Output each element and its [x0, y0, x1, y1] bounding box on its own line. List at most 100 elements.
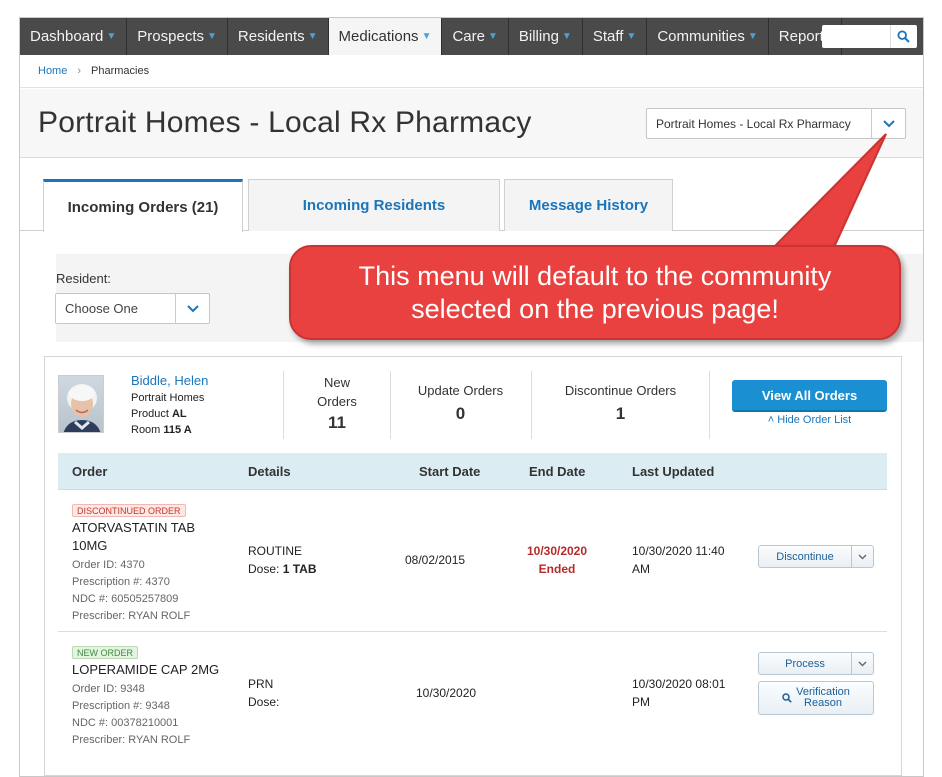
verification-reason-label: Verification Reason [796, 687, 850, 709]
drug-name: LOPERAMIDE CAP 2MG [72, 661, 219, 679]
room-value: 115 A [163, 424, 192, 436]
resident-select-toggle[interactable] [175, 294, 209, 323]
start-date: 08/02/2015 [405, 553, 466, 567]
hide-order-list-label: Hide Order List [777, 414, 852, 426]
resident-select-value: Choose One [65, 301, 138, 316]
nav-label: Staff [592, 28, 624, 45]
stat-label: Discontinue Orders [564, 383, 677, 398]
dose-label: Dose: [248, 695, 280, 709]
nav-care[interactable]: Care ▼ [442, 18, 509, 55]
verification-reason-button[interactable]: Verification Reason [758, 681, 874, 715]
stat-label: New [323, 375, 350, 390]
chevron-down-icon [882, 119, 895, 127]
chevron-down-icon: ▼ [561, 31, 572, 42]
avatar [58, 375, 104, 433]
community-select[interactable]: Portrait Homes - Local Rx Pharmacy [646, 108, 906, 139]
search-input[interactable] [822, 25, 890, 48]
discontinue-options-toggle[interactable] [851, 546, 873, 567]
prescription-number: Prescription #: 4370 [72, 576, 170, 588]
discontinue-orders-stat: Discontinue Orders 1 [531, 371, 709, 439]
order-meta: Order ID: 4370 Prescription #: 4370 NDC … [72, 557, 190, 625]
orders-table-header: Order Details Start Date End Date Last U… [58, 453, 887, 490]
nav-label: Care [452, 28, 485, 45]
search-icon [897, 30, 910, 43]
end-date: 10/30/2020 Ended [519, 542, 595, 578]
nav-communities[interactable]: Communities ▼ [647, 18, 769, 55]
nav-label: Communities [657, 28, 745, 45]
discontinue-orders-count: 1 [615, 404, 626, 423]
nav-label: Medications [338, 28, 419, 45]
status-badge: DISCONTINUED ORDER [72, 504, 186, 517]
nav-dashboard[interactable]: Dashboard ▼ [20, 18, 128, 55]
resident-room: Room 115 A [131, 424, 192, 436]
tab-message-history[interactable]: Message History [504, 179, 673, 231]
frequency: ROUTINE [248, 544, 302, 558]
chevron-down-icon: ▼ [106, 31, 117, 42]
ndc-number: NDC #: 60505257809 [72, 593, 179, 605]
col-last-updated: Last Updated [632, 464, 715, 479]
chevron-down-icon: ▼ [747, 31, 758, 42]
chevron-down-icon: ▼ [207, 31, 217, 42]
chevron-down-icon: ▼ [421, 31, 432, 42]
ndc-number: NDC #: 00378210001 [72, 717, 179, 729]
page-title: Portrait Homes - Local Rx Pharmacy [38, 106, 532, 139]
tab-label: Incoming Orders (21) [67, 198, 219, 216]
dose: Dose: 1 TAB [248, 560, 316, 578]
update-orders-count: 0 [455, 404, 466, 423]
nav-staff[interactable]: Staff ▼ [583, 18, 648, 55]
col-end-date: End Date [529, 464, 586, 479]
hide-order-list-link[interactable]: ˄ Hide Order List [732, 414, 887, 426]
drug-name-line: LOPERAMIDE CAP 2MG [72, 662, 220, 677]
breadcrumb-home[interactable]: Home [38, 65, 67, 77]
prescriber: Prescriber: RYAN ROLF [72, 734, 191, 746]
resident-name[interactable]: Biddle, Helen [131, 373, 208, 388]
search-button[interactable] [890, 25, 916, 48]
process-button-label[interactable]: Process [759, 653, 851, 674]
process-options-toggle[interactable] [851, 653, 873, 674]
callout-text: This menu will default to the community [358, 261, 832, 291]
stat-label: Orders [317, 394, 357, 409]
new-orders-stat: New Orders 11 [283, 371, 390, 439]
chevron-down-icon: ▼ [487, 31, 498, 42]
last-updated-line: PM [632, 695, 650, 709]
discontinue-button-label[interactable]: Discontinue [759, 546, 851, 567]
search-icon [782, 693, 792, 703]
tab-incoming-orders[interactable]: Incoming Orders (21) [43, 179, 243, 232]
nav-label: Billing [518, 28, 559, 45]
nav-search [822, 25, 917, 48]
product-value: AL [171, 408, 187, 420]
start-date: 10/30/2020 [416, 686, 477, 700]
tab-incoming-residents[interactable]: Incoming Residents [248, 179, 500, 231]
process-button[interactable]: Process [758, 652, 874, 675]
room-label: Room [131, 424, 161, 436]
drug-name: ATORVASTATIN TAB 10MG [72, 519, 195, 555]
chevron-up-icon: ˄ [767, 414, 775, 426]
breadcrumb-current: Pharmacies [91, 65, 150, 77]
view-all-orders-button[interactable]: View All Orders [732, 380, 887, 412]
chevron-down-icon: ▼ [307, 31, 318, 42]
discontinue-button[interactable]: Discontinue [758, 545, 874, 568]
community-select-toggle[interactable] [871, 109, 905, 138]
order-id: Order ID: 9348 [72, 683, 145, 695]
nav-residents[interactable]: Residents ▼ [228, 18, 329, 55]
annotation-callout: This menu will default to the community … [289, 245, 901, 340]
end-date-value: 10/30/2020 [526, 544, 588, 558]
nav-prospects[interactable]: Prospects ▼ [127, 18, 228, 55]
nav-billing[interactable]: Billing ▼ [509, 18, 583, 55]
chevron-right-icon: › [77, 65, 82, 77]
nav-label: Residents [237, 28, 305, 45]
drug-name-line: ATORVASTATIN TAB [72, 520, 196, 535]
resident-product: Product AL [131, 408, 187, 420]
last-updated-line: 10/30/2020 08:01 [632, 677, 726, 691]
table-row: NEW ORDER LOPERAMIDE CAP 2MG Order ID: 9… [58, 633, 887, 773]
order-id: Order ID: 4370 [72, 559, 145, 571]
chevron-down-icon [186, 304, 199, 312]
dose: Dose: [248, 693, 279, 711]
community-select-value: Portrait Homes - Local Rx Pharmacy [656, 116, 851, 131]
nav-label: Dashboard [30, 28, 104, 45]
chevron-down-icon [858, 554, 867, 559]
resident-select[interactable]: Choose One [55, 293, 210, 324]
new-orders-count: 11 [328, 413, 346, 432]
nav-medications[interactable]: Medications ▼ [328, 18, 443, 55]
update-orders-stat: Update Orders 0 [390, 371, 530, 439]
